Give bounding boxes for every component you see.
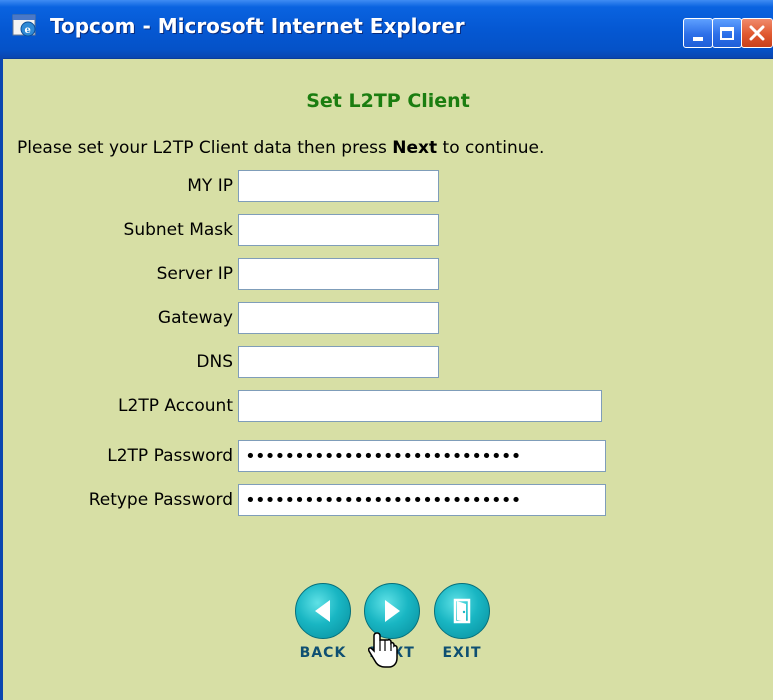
arrow-left-icon [315,600,330,622]
server-ip-input[interactable] [238,258,439,290]
hand-cursor-icon [368,632,398,668]
back-button[interactable]: BACK [293,583,353,665]
subnet-mask-input[interactable] [238,214,439,246]
my-ip-label: MY IP [187,176,233,196]
browser-window: e Topcom - Microsoft Internet Explorer S… [0,0,773,700]
retype-password-label: Retype Password [88,490,233,510]
l2tp-account-input[interactable] [238,390,602,422]
my-ip-input[interactable] [238,170,439,202]
dns-input[interactable] [238,346,439,378]
instructions-text: Please set your L2TP Client data then pr… [17,138,544,158]
exit-label: EXIT [442,645,482,661]
svg-text:e: e [25,25,31,36]
exit-button[interactable]: EXIT [432,583,492,665]
arrow-right-icon [385,600,400,622]
back-button-circle [295,583,351,639]
maximize-icon [720,26,734,40]
exit-button-circle [434,583,490,639]
subnet-mask-label: Subnet Mask [123,220,233,240]
l2tp-password-input[interactable] [238,440,606,472]
server-ip-label: Server IP [156,264,233,284]
title-bar: e Topcom - Microsoft Internet Explorer [0,0,773,59]
close-icon [749,25,765,41]
close-button[interactable] [741,18,773,48]
page-content: Set L2TP Client Please set your L2TP Cli… [3,58,773,700]
minimize-button[interactable] [683,18,713,48]
retype-password-input[interactable] [238,484,606,516]
minimize-icon [693,37,703,41]
dns-label: DNS [196,352,233,372]
back-label: BACK [299,645,347,661]
instructions-before: Please set your L2TP Client data then pr… [17,138,393,158]
door-exit-icon [453,598,471,624]
window-title: Topcom - Microsoft Internet Explorer [50,14,465,38]
internet-explorer-icon: e [12,14,36,37]
l2tp-password-label: L2TP Password [107,446,233,466]
page-title: Set L2TP Client [306,90,470,112]
instructions-after: to continue. [437,138,545,158]
l2tp-account-label: L2TP Account [118,396,233,416]
gateway-input[interactable] [238,302,439,334]
gateway-label: Gateway [157,308,233,328]
maximize-button[interactable] [712,18,742,48]
instructions-emphasis: Next [392,138,438,158]
